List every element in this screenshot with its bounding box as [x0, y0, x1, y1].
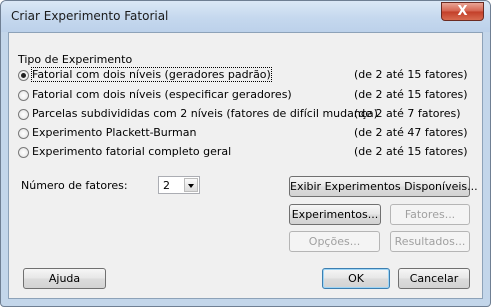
- option-range: (de 2 até 15 fatores): [354, 145, 468, 158]
- help-button[interactable]: Ajuda: [23, 268, 106, 289]
- dialog-body: Tipo de Experimento Fatorial com dois ní…: [8, 32, 483, 299]
- cancel-button[interactable]: Cancelar: [398, 268, 470, 289]
- chevron-down-icon[interactable]: [184, 178, 198, 192]
- show-available-designs-button[interactable]: Exibir Experimentos Disponíveis...: [289, 176, 478, 197]
- option-range: (de 2 até 47 fatores): [354, 126, 468, 139]
- radio-general-full-factorial[interactable]: [18, 147, 29, 158]
- option-label[interactable]: Fatorial com dois níveis (especificar ge…: [32, 88, 292, 101]
- option-range: (de 2 até 15 fatores): [354, 88, 468, 101]
- radio-two-level-default[interactable]: [18, 70, 29, 81]
- results-button[interactable]: Resultados...: [390, 231, 470, 252]
- number-of-factors-value: 2: [163, 179, 170, 192]
- factors-button[interactable]: Fatores...: [390, 204, 470, 225]
- option-label[interactable]: Parcelas subdivididas com 2 níveis (fato…: [32, 107, 378, 120]
- radio-split-plot[interactable]: [18, 109, 29, 120]
- number-of-factors-label: Número de fatores:: [21, 179, 128, 192]
- designs-button[interactable]: Experimentos...: [289, 204, 381, 225]
- ok-button[interactable]: OK: [322, 268, 390, 289]
- window-title: Criar Experimento Fatorial: [11, 9, 169, 23]
- close-button[interactable]: X: [441, 2, 484, 21]
- option-range: (de 2 até 15 fatores): [354, 68, 468, 81]
- radio-two-level-specify[interactable]: [18, 90, 29, 101]
- option-label[interactable]: Experimento Plackett-Burman: [32, 126, 196, 139]
- design-type-label: Tipo de Experimento: [18, 53, 133, 66]
- dialog-window: Criar Experimento Fatorial X Tipo de Exp…: [0, 0, 491, 307]
- radio-plackett-burman[interactable]: [18, 128, 29, 139]
- option-label[interactable]: Experimento fatorial completo geral: [32, 145, 231, 158]
- option-range: (de 2 até 7 fatores): [354, 107, 461, 120]
- option-label[interactable]: Fatorial com dois níveis (geradores padr…: [31, 67, 272, 82]
- close-icon: X: [457, 4, 468, 19]
- title-bar[interactable]: Criar Experimento Fatorial X: [1, 1, 490, 32]
- options-button[interactable]: Opções...: [289, 231, 380, 252]
- number-of-factors-select[interactable]: 2: [158, 176, 200, 194]
